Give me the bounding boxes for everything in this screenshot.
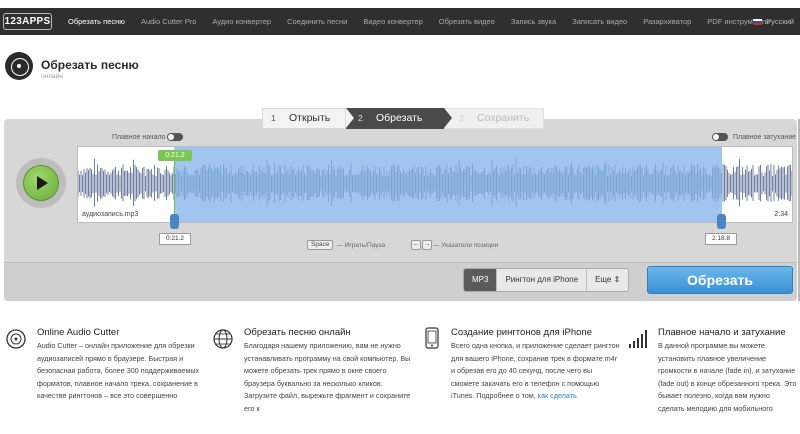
- feature-title-fade: Плавное начало и затухание: [658, 327, 786, 338]
- cut-button[interactable]: Обрезать: [647, 266, 793, 294]
- fade-out-label: Плавное затухание: [733, 134, 797, 141]
- volume-bars-icon: [629, 330, 647, 348]
- phone-icon: [425, 327, 439, 349]
- globe-icon: [213, 329, 233, 349]
- start-handle[interactable]: [170, 214, 179, 229]
- step-label: Открыть: [289, 112, 331, 124]
- feature-title-ringtones: Создание рингтонов для iPhone: [451, 327, 592, 338]
- vinyl-icon: [6, 329, 26, 349]
- russia-flag-icon: [753, 18, 763, 25]
- feature-title-cut-online: Обрезать песню онлайн: [244, 327, 351, 338]
- hint-position: ← → — Указатели позиции: [411, 240, 498, 250]
- hint-play-pause: Space — Играть/Пауза: [307, 240, 385, 250]
- play-button[interactable]: [23, 165, 59, 201]
- end-time-input[interactable]: 2:18.8: [705, 233, 737, 245]
- step-label: Сохранить: [477, 112, 530, 124]
- fade-in-label: Плавное начало: [112, 134, 166, 141]
- step-open[interactable]: 1 Открыть: [262, 108, 346, 129]
- step-number: 1: [271, 113, 276, 123]
- language-label: Русский: [766, 17, 794, 26]
- format-more-label: Еще: [595, 275, 612, 284]
- fade-in-toggle[interactable]: [167, 133, 183, 141]
- how-to-link[interactable]: как сделать: [538, 391, 577, 400]
- nav-item-video-converter[interactable]: Видео конвертер: [355, 8, 430, 35]
- fade-out-toggle[interactable]: [712, 133, 728, 141]
- nav-item-audio-converter[interactable]: Аудио конвертер: [204, 8, 279, 35]
- step-save[interactable]: 3 Сохранить: [444, 108, 544, 129]
- hint-position-text: — Указатели позиции: [433, 241, 499, 249]
- feature-text-audio-cutter: Audio Cutter – онлайн приложение для обр…: [37, 341, 200, 400]
- nav-item-cut-video[interactable]: Обрезать видео: [431, 8, 503, 35]
- feature-title-audio-cutter: Online Audio Cutter: [37, 327, 120, 338]
- space-key: Space: [307, 240, 334, 250]
- vinyl-record-icon: [5, 52, 33, 80]
- start-position-tag: 0:21.2: [158, 150, 192, 161]
- end-handle[interactable]: [717, 214, 726, 229]
- stepper: 1 Открыть 2 Обрезать 3 Сохранить: [262, 108, 544, 129]
- nav-item-record-video[interactable]: Записать видео: [564, 8, 635, 35]
- nav-item-audio-cutter-pro[interactable]: Audio Cutter Pro: [133, 8, 204, 35]
- feature-text-fade: В данной программе вы можете установить …: [658, 341, 797, 413]
- feature-text-ringtones: Всего одна кнопка, и приложение сделает …: [451, 340, 621, 403]
- step-number: 3: [459, 113, 464, 123]
- file-name: аудиозапись.mp3: [82, 211, 139, 218]
- duration-label: 2:34: [774, 211, 788, 218]
- arrow-right-key: →: [422, 240, 432, 250]
- updown-icon: ⇕: [613, 275, 621, 284]
- format-mp3[interactable]: MP3: [464, 269, 498, 291]
- format-iphone-ringtone[interactable]: Рингтон для iPhone: [497, 269, 588, 291]
- page-subtitle: онлайн: [41, 73, 63, 80]
- step-number: 2: [358, 113, 363, 123]
- start-time-input[interactable]: 0:21.2: [159, 233, 191, 245]
- feature-text-ringtones-body: Всего одна кнопка, и приложение сделает …: [451, 341, 620, 400]
- arrow-left-key: ←: [411, 240, 421, 250]
- nav-item-unarchiver[interactable]: Разархиватор: [635, 8, 699, 35]
- nav-item-record-sound[interactable]: Запись звука: [503, 8, 564, 35]
- feature-text-cut-online: Благодаря нашему приложению, вам не нужн…: [244, 341, 411, 413]
- step-cut[interactable]: 2 Обрезать: [346, 108, 452, 129]
- format-selector: MP3 Рингтон для iPhone Еще ⇕: [463, 268, 630, 292]
- hint-play-pause-text: — Играть/Пауза: [336, 241, 386, 249]
- nav-item-cut-song[interactable]: Обрезать песню: [60, 8, 133, 35]
- top-strip: [0, 0, 800, 8]
- nav-item-join-songs[interactable]: Соединить песни: [279, 8, 355, 35]
- selection-region[interactable]: [174, 147, 722, 222]
- nav-menu: Обрезать песню Audio Cutter Pro Аудио ко…: [60, 8, 778, 35]
- step-label: Обрезать: [376, 112, 423, 124]
- format-more[interactable]: Еще ⇕: [587, 269, 628, 291]
- page-title: Обрезать песню: [41, 58, 139, 72]
- language-selector[interactable]: Русский: [753, 8, 794, 35]
- logo[interactable]: 123APPS: [3, 13, 52, 30]
